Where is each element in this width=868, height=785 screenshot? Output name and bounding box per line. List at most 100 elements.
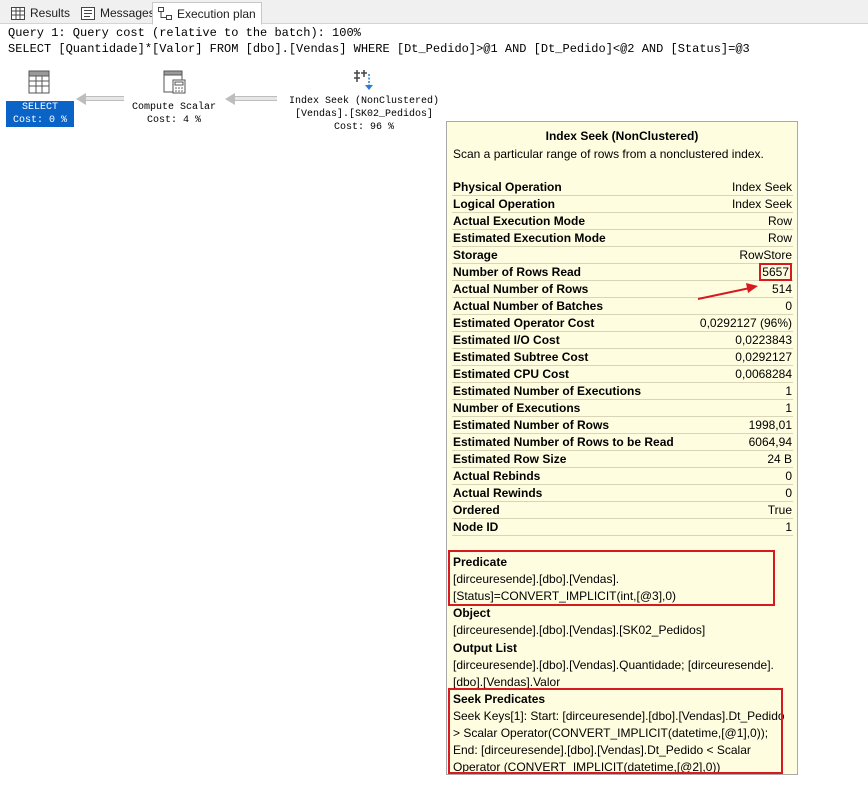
property-key: Estimated I/O Cost [453, 333, 560, 347]
tab-execution-plan[interactable]: Execution plan [152, 2, 262, 25]
index-seek-name: Index Seek (NonClustered) [288, 96, 440, 107]
compute-scalar-cost: Cost: 4 % [146, 115, 201, 126]
flow-arrow-head [76, 93, 86, 105]
property-value: 0,0292127 (96%) [699, 316, 792, 330]
index-seek-object: [Vendas].[SK02_Pedidos] [294, 109, 434, 120]
output-list-text: [dirceuresende].[dbo].[Vendas].Quantidad… [453, 658, 774, 689]
operator-tooltip: Index Seek (NonClustered) Scan a particu… [446, 121, 798, 775]
property-key: Estimated Number of Rows to be Read [453, 435, 674, 449]
tooltip-property-row: Estimated Subtree Cost 0,0292127 [452, 349, 793, 366]
property-key: Node ID [453, 520, 499, 534]
property-key: Estimated Subtree Cost [453, 350, 589, 364]
property-value: Index Seek [731, 197, 792, 211]
flow-arrow-head [225, 93, 235, 105]
select-node-icon[interactable] [28, 70, 50, 99]
property-key: Estimated CPU Cost [453, 367, 570, 381]
property-key: Estimated Row Size [453, 452, 567, 466]
index-seek-icon[interactable] [353, 68, 375, 97]
select-node-label[interactable]: SELECT Cost: 0 % [6, 101, 74, 127]
tooltip-property-row: Number of Executions 1 [452, 400, 793, 417]
tooltip-property-row: Node ID 1 [452, 519, 793, 536]
property-value: 1 [785, 520, 792, 534]
property-value: 1 [785, 384, 792, 398]
property-key: Actual Number of Rows [453, 282, 589, 296]
property-key: Actual Number of Batches [453, 299, 604, 313]
object-heading: Object [453, 606, 491, 620]
property-value: Index Seek [731, 180, 792, 194]
property-key: Actual Rewinds [453, 486, 543, 500]
property-key: Logical Operation [453, 197, 556, 211]
property-value: 6064,94 [748, 435, 792, 449]
property-value: 0 [785, 299, 792, 313]
compute-scalar-label[interactable]: Compute Scalar Cost: 4 % [123, 101, 225, 127]
messages-icon [81, 6, 95, 20]
tooltip-property-row: Estimated Operator Cost 0,0292127 (96%) [452, 315, 793, 332]
property-key: Ordered [453, 503, 500, 517]
property-key: Estimated Operator Cost [453, 316, 595, 330]
property-value: 0,0223843 [735, 333, 792, 347]
object-text: [dirceuresende].[dbo].[Vendas].[SK02_Ped… [453, 623, 706, 637]
property-key: Actual Rebinds [453, 469, 541, 483]
tooltip-title: Index Seek (NonClustered) [545, 129, 699, 143]
property-value: 5657 [759, 263, 792, 281]
property-value: 0,0068284 [735, 367, 792, 381]
index-seek-cost: Cost: 96 % [333, 122, 394, 133]
tooltip-property-row: Storage RowStore [452, 247, 793, 264]
property-value: 1 [785, 401, 792, 415]
tooltip-property-row: Estimated CPU Cost 0,0068284 [452, 366, 793, 383]
tooltip-property-row: Actual Rebinds 0 [452, 468, 793, 485]
tooltip-property-row: Physical Operation Index Seek [452, 179, 793, 196]
property-value: Row [767, 214, 792, 228]
tab-messages-label: Messages [100, 6, 155, 20]
property-key: Actual Execution Mode [453, 214, 586, 228]
property-value: RowStore [739, 248, 792, 262]
property-key: Physical Operation [453, 180, 562, 194]
property-key: Estimated Number of Rows [453, 418, 610, 432]
property-value: 0,0292127 [735, 350, 792, 364]
tooltip-description: Scan a particular range of rows from a n… [453, 147, 764, 161]
property-key: Number of Rows Read [453, 265, 582, 279]
tooltip-property-row: Estimated I/O Cost 0,0223843 [452, 332, 793, 349]
property-value: 0 [785, 486, 792, 500]
output-list-section: Output List [dirceuresende].[dbo].[Venda… [453, 640, 791, 691]
tooltip-property-row: Estimated Execution Mode Row [452, 230, 793, 247]
property-key: Estimated Execution Mode [453, 231, 606, 245]
output-list-heading: Output List [453, 641, 517, 655]
annotation-arrow [697, 283, 758, 300]
tooltip-property-row: Logical Operation Index Seek [452, 196, 793, 213]
tooltip-property-row: Actual Execution Mode Row [452, 213, 793, 230]
object-section: Object [dirceuresende].[dbo].[Vendas].[S… [453, 605, 791, 639]
tab-messages[interactable]: Messages [76, 2, 160, 24]
select-node-cost: Cost: 0 % [12, 115, 67, 126]
flow-arrow-seek-to-compute [235, 96, 277, 101]
select-node-name: SELECT [21, 102, 58, 113]
property-value: Row [767, 231, 792, 245]
grid-icon [11, 6, 25, 20]
seek-predicates-highlight-box [448, 688, 783, 774]
property-value: 514 [771, 282, 792, 296]
compute-scalar-name: Compute Scalar [131, 102, 216, 113]
tab-results[interactable]: Results [6, 2, 75, 24]
tooltip-property-row: Estimated Number of Rows 1998,01 [452, 417, 793, 434]
property-value: True [767, 503, 792, 517]
flow-arrow-compute-to-select [86, 96, 124, 101]
tooltip-property-row: Estimated Number of Executions 1 [452, 383, 793, 400]
property-key: Number of Executions [453, 401, 581, 415]
result-tabs: Results Messages Execution plan [0, 0, 868, 25]
tooltip-property-row: Estimated Row Size 24 B [452, 451, 793, 468]
tooltip-property-row: Number of Rows Read 5657 [452, 263, 793, 281]
property-value: 1998,01 [748, 418, 792, 432]
execution-plan-icon [158, 7, 172, 20]
tooltip-property-row: Estimated Number of Rows to be Read 6064,… [452, 434, 793, 451]
tooltip-properties-table: Physical Operation Index Seek Logical Oper… [452, 179, 793, 536]
tab-execution-plan-label: Execution plan [177, 6, 256, 21]
property-value: 24 B [767, 452, 792, 466]
query-cost-header: Query 1: Query cost (relative to the bat… [8, 26, 361, 40]
property-key: Storage [453, 248, 498, 262]
query-sql-text: SELECT [Quantidade]*[Valor] FROM [dbo].[… [8, 42, 750, 56]
tooltip-property-row: Ordered True [452, 502, 793, 519]
index-seek-label[interactable]: Index Seek (NonClustered) [Vendas].[SK02… [279, 95, 449, 134]
tab-results-label: Results [30, 6, 71, 20]
tooltip-property-row: Actual Rewinds 0 [452, 485, 793, 502]
compute-scalar-icon[interactable] [163, 70, 187, 99]
